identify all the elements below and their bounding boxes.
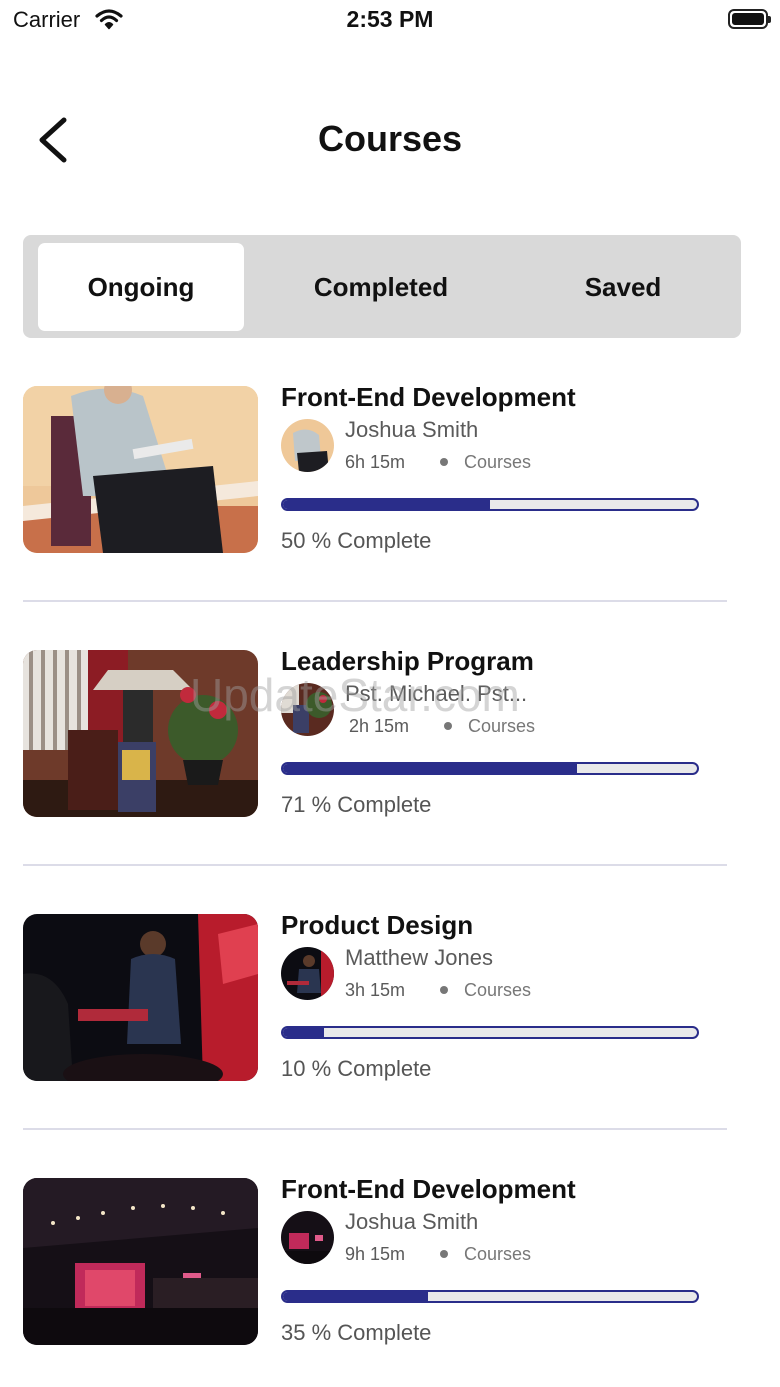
course-type: Courses (464, 980, 532, 1000)
author-name: Matthew Jones (345, 945, 493, 970)
course-card[interactable]: Front-End Development Joshua Smith 6h 15… (0, 382, 780, 602)
tab-completed[interactable]: Completed (261, 243, 501, 331)
separator-dot (440, 1250, 448, 1258)
course-thumbnail (23, 386, 258, 553)
separator-dot (444, 722, 452, 730)
course-title: Leadership Program (281, 646, 534, 676)
course-duration: 6h 15m (345, 452, 406, 472)
segmented-control: Ongoing Completed Saved (23, 235, 741, 338)
course-title: Product Design (281, 910, 474, 940)
course-thumbnail (23, 914, 258, 1081)
separator-dot (440, 458, 448, 466)
author-avatar (281, 1211, 334, 1264)
author-avatar (281, 947, 334, 1000)
clock: 2:53 PM (346, 6, 434, 32)
author-avatar (281, 419, 334, 472)
progress-label: 35 % Complete (281, 1320, 432, 1345)
divider (23, 600, 727, 602)
progress-bar (281, 1026, 699, 1039)
progress-fill (283, 1028, 325, 1037)
course-card[interactable]: Leadership Program Pst. Michael. Pst... … (0, 646, 780, 866)
divider (23, 864, 727, 866)
course-duration: 3h 15m (345, 980, 406, 1000)
course-thumbnail (23, 1178, 258, 1345)
divider (23, 1128, 727, 1130)
course-card[interactable]: Product Design Matthew Jones 3h 15m Cour… (0, 910, 780, 1130)
course-title: Front-End Development (281, 382, 576, 412)
author-name: Joshua Smith (345, 1209, 479, 1234)
author-name: Pst. Michael. Pst... (345, 681, 528, 706)
progress-bar (281, 498, 699, 511)
course-card[interactable]: Front-End Development Joshua Smith 9h 15… (0, 1174, 780, 1378)
progress-fill (283, 764, 577, 773)
progress-label: 10 % Complete (281, 1056, 432, 1081)
progress-label: 71 % Complete (281, 792, 432, 817)
progress-fill (283, 1292, 428, 1301)
battery-icon (728, 9, 771, 29)
course-type: Courses (464, 1244, 532, 1264)
tab-saved[interactable]: Saved (513, 243, 733, 331)
status-bar: Carrier 2:53 PM (0, 0, 780, 40)
course-type: Courses (468, 716, 536, 736)
tab-ongoing[interactable]: Ongoing (38, 243, 244, 331)
progress-bar (281, 1290, 699, 1303)
course-duration: 2h 15m (349, 716, 410, 736)
course-type: Courses (464, 452, 532, 472)
progress-fill (283, 500, 490, 509)
progress-label: 50 % Complete (281, 528, 432, 553)
page-title: Courses (317, 118, 463, 159)
course-title: Front-End Development (281, 1174, 576, 1204)
course-thumbnail (23, 650, 258, 817)
author-avatar (281, 683, 334, 736)
separator-dot (440, 986, 448, 994)
progress-bar (281, 762, 699, 775)
author-name: Joshua Smith (345, 417, 479, 442)
course-duration: 9h 15m (345, 1244, 406, 1264)
